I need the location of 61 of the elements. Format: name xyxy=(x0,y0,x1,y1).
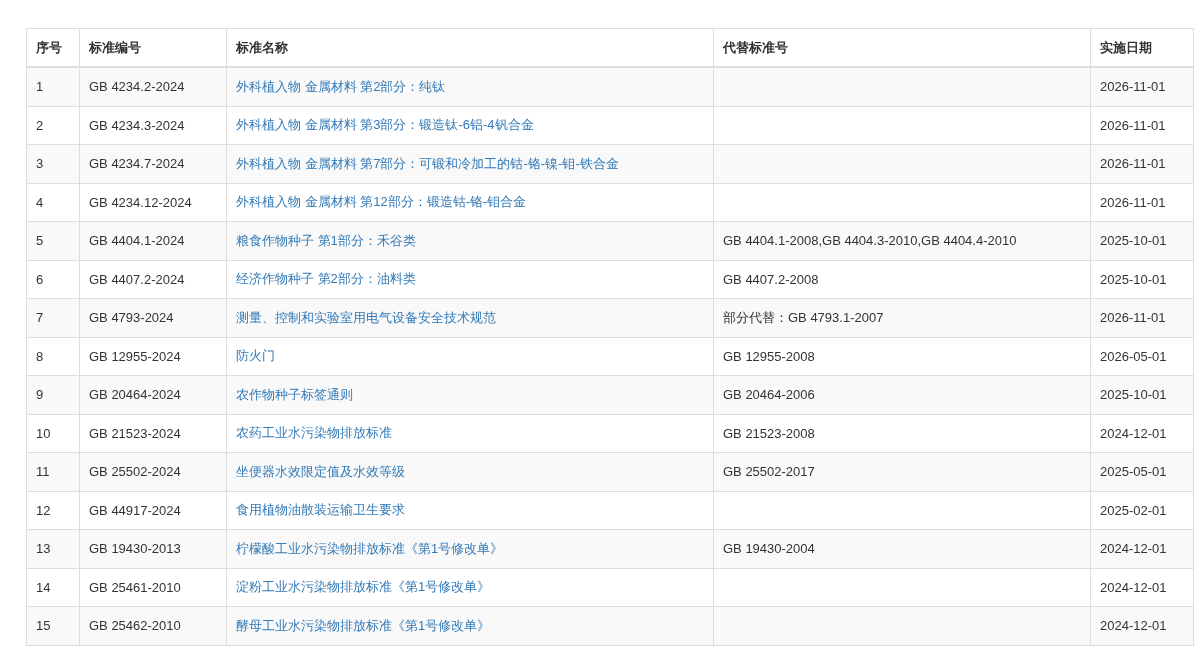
table-cell: GB 25462-2010 xyxy=(89,618,181,634)
standard-name-link[interactable]: 外科植入物 金属材料 第2部分：纯钛 xyxy=(236,78,446,94)
standard-name-link[interactable]: 食用植物油散装运输卫生要求 xyxy=(236,502,405,518)
table-cell: 2024-12-01 xyxy=(1100,618,1167,634)
table-cell: 2024-12-01 xyxy=(1100,425,1167,441)
table-cell: GB 20464-2024 xyxy=(89,387,181,403)
table-cell: GB 19430-2013 xyxy=(89,541,181,557)
table-cell: 2025-10-01 xyxy=(1100,387,1167,403)
table-cell: 3 xyxy=(36,156,44,172)
table-cell: GB 12955-2024 xyxy=(89,348,181,364)
table-cell: 11 xyxy=(36,464,50,480)
table-cell: GB 25461-2010 xyxy=(89,579,181,595)
table-cell: 部分代替：GB 4793.1-2007 xyxy=(723,309,884,325)
table-cell: GB 4234.12-2024 xyxy=(89,194,192,210)
table-cell: 15 xyxy=(36,618,51,634)
table-cell: 1 xyxy=(36,79,44,95)
table-cell: GB 21523-2024 xyxy=(89,425,181,441)
table-cell: 7 xyxy=(36,310,44,326)
table-cell: GB 44917-2024 xyxy=(89,502,181,518)
table-cell: 8 xyxy=(36,348,44,364)
table-cell: 6 xyxy=(36,271,44,287)
table-cell: GB 20464-2006 xyxy=(723,387,815,403)
table-cell: GB 4234.3-2024 xyxy=(89,117,185,133)
table-cell: 2026-11-01 xyxy=(1100,156,1166,172)
table-cell: GB 4404.1-2024 xyxy=(89,233,185,249)
standard-name-link[interactable]: 农作物种子标签通则 xyxy=(236,386,353,402)
table-cell: GB 12955-2008 xyxy=(723,348,815,364)
table-cell: GB 21523-2008 xyxy=(723,425,815,441)
table-cell: GB 4407.2-2008 xyxy=(723,271,819,287)
table-cell: 2024-12-01 xyxy=(1100,579,1167,595)
standard-name-link[interactable]: 坐便器水效限定值及水效等级 xyxy=(236,463,405,479)
table-cell: 2026-11-01 xyxy=(1100,310,1166,326)
standard-name-link[interactable]: 粮食作物种子 第1部分：禾谷类 xyxy=(236,232,416,248)
table-cell: 13 xyxy=(36,541,51,557)
table-cell: 2025-05-01 xyxy=(1100,464,1167,480)
table-cell: GB 4407.2-2024 xyxy=(89,271,185,287)
standard-name-link[interactable]: 经济作物种子 第2部分：油料类 xyxy=(236,271,416,287)
table-cell: 12 xyxy=(36,502,51,518)
standard-name-link[interactable]: 农药工业水污染物排放标准 xyxy=(236,425,392,441)
table-cell: 2026-11-01 xyxy=(1100,79,1166,95)
table-cell: 2024-12-01 xyxy=(1100,541,1167,557)
table-cell: 2025-02-01 xyxy=(1100,502,1167,518)
table-cell: 10 xyxy=(36,425,51,441)
table-cell: GB 4234.2-2024 xyxy=(89,79,185,95)
table-cell: 5 xyxy=(36,233,44,249)
table-cell: 2026-11-01 xyxy=(1100,117,1166,133)
table-cell: GB 25502-2024 xyxy=(89,464,181,480)
table-cell: 2026-11-01 xyxy=(1100,194,1166,210)
table-cell: 2025-10-01 xyxy=(1100,271,1167,287)
table-cell: GB 4404.1-2008,GB 4404.3-2010,GB 4404.4-2010 xyxy=(723,233,1017,249)
standard-name-link[interactable]: 防火门 xyxy=(236,348,275,364)
table-cell: GB 4234.7-2024 xyxy=(89,156,185,172)
table-cell: 2025-10-01 xyxy=(1100,233,1167,249)
table-cell: GB 19430-2004 xyxy=(723,541,815,557)
table-cell: GB 4793-2024 xyxy=(89,310,174,326)
table-cell: GB 25502-2017 xyxy=(723,464,815,480)
table-cell: 9 xyxy=(36,387,44,403)
table-cell: 14 xyxy=(36,579,51,595)
table-cell: 4 xyxy=(36,194,44,210)
table-cell: 2026-05-01 xyxy=(1100,348,1167,364)
table-cell: 2 xyxy=(36,117,44,133)
